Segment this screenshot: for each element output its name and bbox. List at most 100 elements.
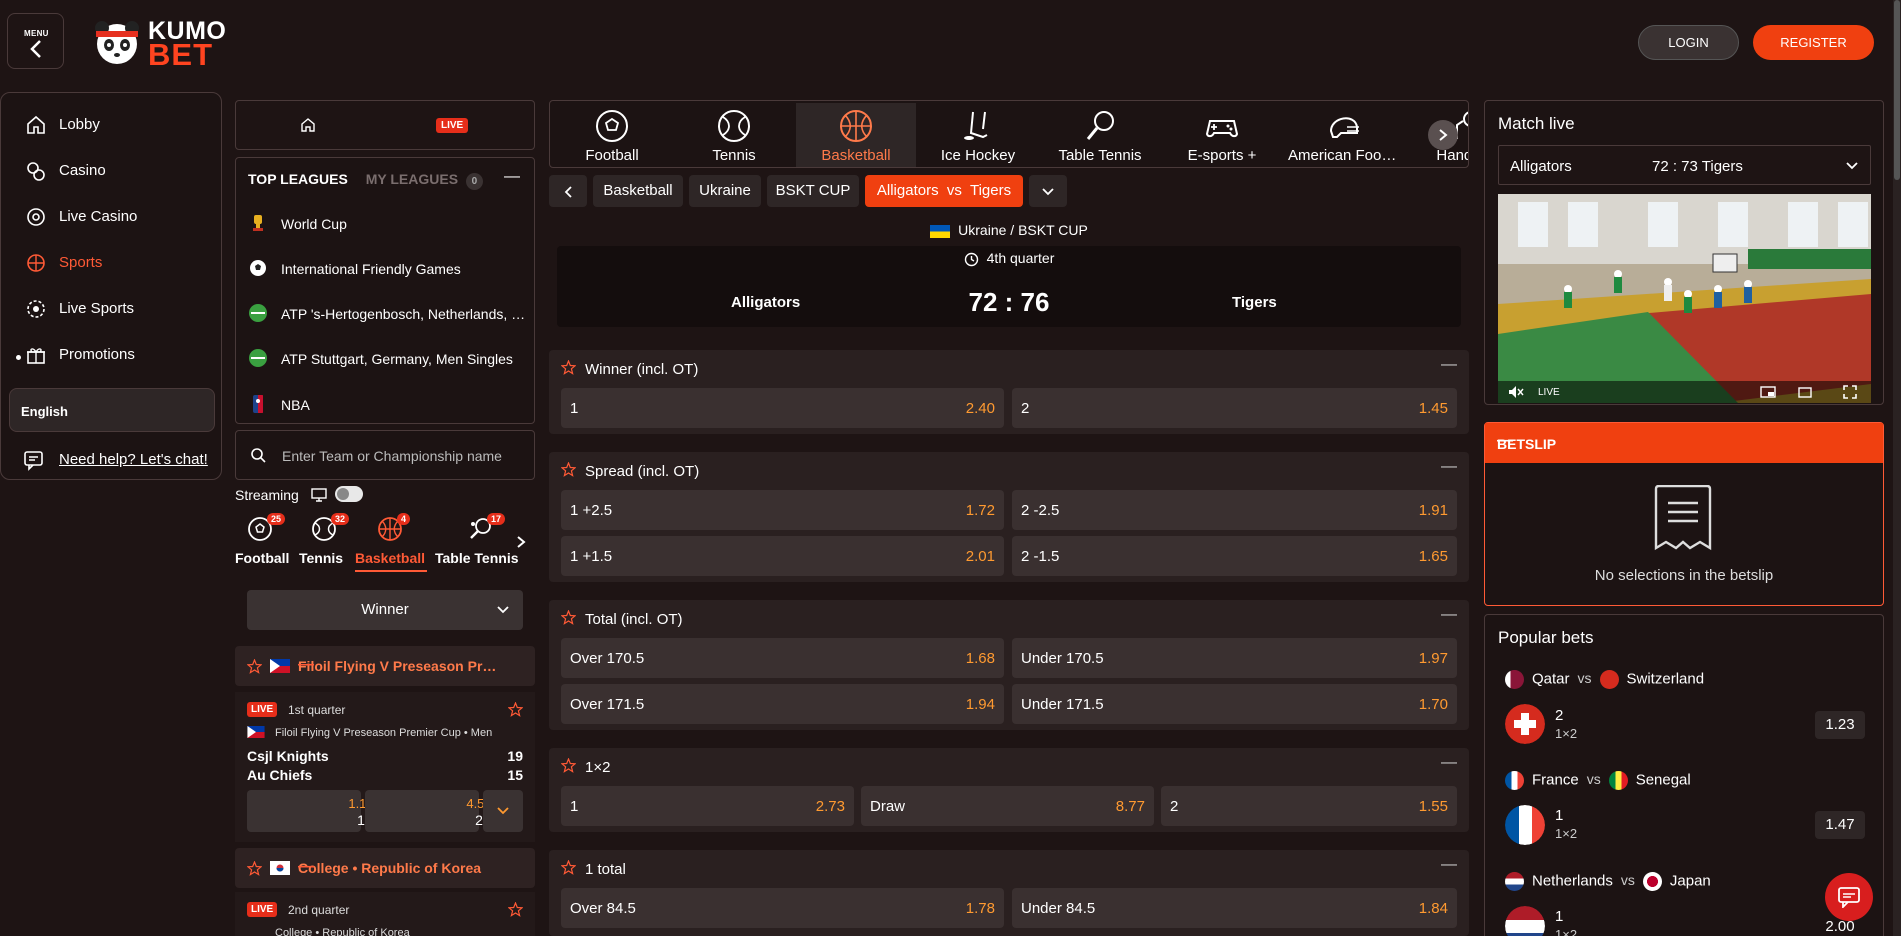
breadcrumb-item[interactable]: BSKT CUP <box>767 175 859 207</box>
league-item[interactable]: NBA <box>248 394 528 416</box>
market-select[interactable]: Winner <box>247 590 523 630</box>
star-icon[interactable] <box>561 462 576 477</box>
sport-bar-tennis[interactable]: Tennis <box>674 103 794 167</box>
odd-button[interactable]: Over 171.5 1.94 <box>561 684 1004 724</box>
page-scrollbar[interactable] <box>1893 0 1901 936</box>
popular-bet-odd-button[interactable]: 1.47 <box>1815 811 1865 839</box>
nav-item-live-sports[interactable]: Live Sports <box>23 297 213 321</box>
live-video-player[interactable]: LIVE <box>1498 194 1871 403</box>
star-icon[interactable] <box>561 860 576 875</box>
odd-button[interactable]: Over 84.5 1.78 <box>561 888 1004 928</box>
mute-icon[interactable] <box>1508 385 1524 399</box>
breadcrumb-back-button[interactable] <box>549 175 587 207</box>
odd-button[interactable]: 1 2.73 <box>561 786 854 826</box>
nav-item-live-casino[interactable]: Live Casino <box>23 205 213 229</box>
odd-button[interactable]: 4.50 2 <box>365 790 492 832</box>
odd-button[interactable]: Under 170.5 1.97 <box>1012 638 1457 678</box>
sport-bar-american-football[interactable]: American Football <box>1284 103 1404 167</box>
odd-button[interactable]: 2 -2.5 1.91 <box>1012 490 1457 530</box>
sport-bar-football[interactable]: Football <box>552 103 672 167</box>
collapse-icon[interactable]: — <box>1441 356 1457 374</box>
popular-bet-odd-button[interactable]: 1.23 <box>1815 711 1865 739</box>
odd-button[interactable]: 1.14 1 <box>247 790 374 832</box>
nav-item-sports[interactable]: Sports <box>23 251 213 275</box>
breadcrumb-current-match[interactable]: Alligators vs Tigers <box>865 175 1023 207</box>
register-button[interactable]: REGISTER <box>1753 25 1874 60</box>
star-icon[interactable] <box>508 702 523 717</box>
league-header[interactable]: College • Republic of Korea — <box>235 848 535 888</box>
star-icon[interactable] <box>561 610 576 625</box>
sport-bar-esports[interactable]: E-sports + <box>1162 103 1282 167</box>
odd-button[interactable]: 2 -1.5 1.65 <box>1012 536 1457 576</box>
language-selector[interactable]: English <box>9 388 215 432</box>
collapse-icon[interactable]: — <box>1441 458 1457 476</box>
sport-bar-next-button[interactable] <box>1428 120 1458 150</box>
caption-icon[interactable] <box>1798 387 1812 398</box>
odd-button[interactable]: 1 +2.5 1.72 <box>561 490 1004 530</box>
league-item[interactable]: International Friendly Games <box>248 258 528 280</box>
sport-tab-basketball[interactable]: 4 Basketball <box>355 510 427 572</box>
helmet-icon <box>1329 117 1359 138</box>
tab-top-leagues[interactable]: TOP LEAGUES <box>248 171 348 187</box>
breadcrumb-item[interactable]: Basketball <box>593 175 683 207</box>
league-item[interactable]: ATP 's-Hertogenbosch, Netherlands, Men S… <box>248 303 528 325</box>
sport-bar: Football Tennis Basketball Ice Hockey Ta… <box>549 100 1469 168</box>
star-icon[interactable] <box>561 360 576 375</box>
login-button[interactable]: LOGIN <box>1638 25 1739 60</box>
odd-button[interactable]: 2 1.55 <box>1161 786 1457 826</box>
odd-button[interactable]: Under 171.5 1.70 <box>1012 684 1457 724</box>
breadcrumb-dropdown[interactable] <box>1029 175 1067 207</box>
star-icon[interactable] <box>508 902 523 917</box>
tab-my-leagues[interactable]: MY LEAGUES <box>366 171 458 187</box>
live-chat-button[interactable] <box>1825 873 1873 921</box>
collapse-icon[interactable]: — <box>1441 856 1457 874</box>
collapse-icon[interactable]: — <box>1441 606 1457 624</box>
pip-icon[interactable] <box>1760 386 1776 398</box>
live-filter-badge[interactable]: LIVE <box>436 118 469 133</box>
logo[interactable]: KUMO BET <box>90 17 226 72</box>
chevron-right-icon[interactable] <box>516 535 526 549</box>
collapse-icon[interactable]: — <box>298 656 498 674</box>
sport-bar-ice-hockey[interactable]: Ice Hockey <box>918 103 1038 167</box>
match-live-select[interactable]: Alligators 72 : 73 Tigers <box>1498 145 1871 185</box>
collapse-icon[interactable]: — <box>504 168 520 186</box>
odd-button[interactable]: 2 1.45 <box>1012 388 1457 428</box>
breadcrumb-item[interactable]: Ukraine <box>689 175 761 207</box>
star-icon[interactable] <box>561 758 576 773</box>
league-item[interactable]: World Cup <box>248 213 528 235</box>
odd-button[interactable]: Under 84.5 1.84 <box>1012 888 1457 928</box>
league-header[interactable]: Filoil Flying V Preseason Premier Cup — <box>235 646 535 686</box>
sport-bar-basketball[interactable]: Basketball <box>796 103 916 167</box>
sport-tab-tennis[interactable]: 32 Tennis <box>299 510 355 572</box>
nav-item-lobby[interactable]: Lobby <box>23 113 213 137</box>
nav-item-casino[interactable]: Casino <box>23 159 213 183</box>
collapse-icon[interactable]: — <box>298 858 498 876</box>
star-icon[interactable] <box>247 861 262 876</box>
match-card[interactable]: LIVE 2nd quarter College • Republic of K… <box>235 892 535 936</box>
sport-bar-table-tennis[interactable]: Table Tennis <box>1040 103 1160 167</box>
streaming-toggle[interactable] <box>335 486 363 502</box>
home-icon[interactable] <box>300 117 316 133</box>
odd-button[interactable]: Draw 8.77 <box>861 786 1154 826</box>
collapse-icon[interactable]: — <box>1441 754 1457 772</box>
star-icon[interactable] <box>247 659 262 674</box>
scrollbar-thumb[interactable] <box>1894 0 1900 180</box>
nav-item-promotions[interactable]: Promotions <box>23 343 213 367</box>
odd-button[interactable]: 1 +1.5 2.01 <box>561 536 1004 576</box>
more-odds-button[interactable] <box>483 790 523 832</box>
menu-button[interactable]: MENU <box>7 13 64 69</box>
collapse-icon[interactable]: — <box>1497 432 1871 450</box>
help-chat-link[interactable]: Need help? Let's chat! <box>23 449 208 471</box>
sports-icon <box>27 254 45 272</box>
sport-count: 17 <box>487 513 506 525</box>
sport-tab-football[interactable]: 25 Football <box>235 510 291 572</box>
betslip-header[interactable]: BETSLIP — <box>1485 423 1883 463</box>
league-item[interactable]: ATP Stuttgart, Germany, Men Singles <box>248 348 528 370</box>
odd-button[interactable]: 1 2.40 <box>561 388 1004 428</box>
odd-button[interactable]: Over 170.5 1.68 <box>561 638 1004 678</box>
match-card[interactable]: LIVE 1st quarter Filoil Flying V Preseas… <box>235 692 535 842</box>
search-input[interactable] <box>282 445 522 467</box>
fullscreen-icon[interactable] <box>1843 385 1857 399</box>
match-live-home: Alligators <box>1510 158 1572 175</box>
casino-icon <box>27 162 45 181</box>
